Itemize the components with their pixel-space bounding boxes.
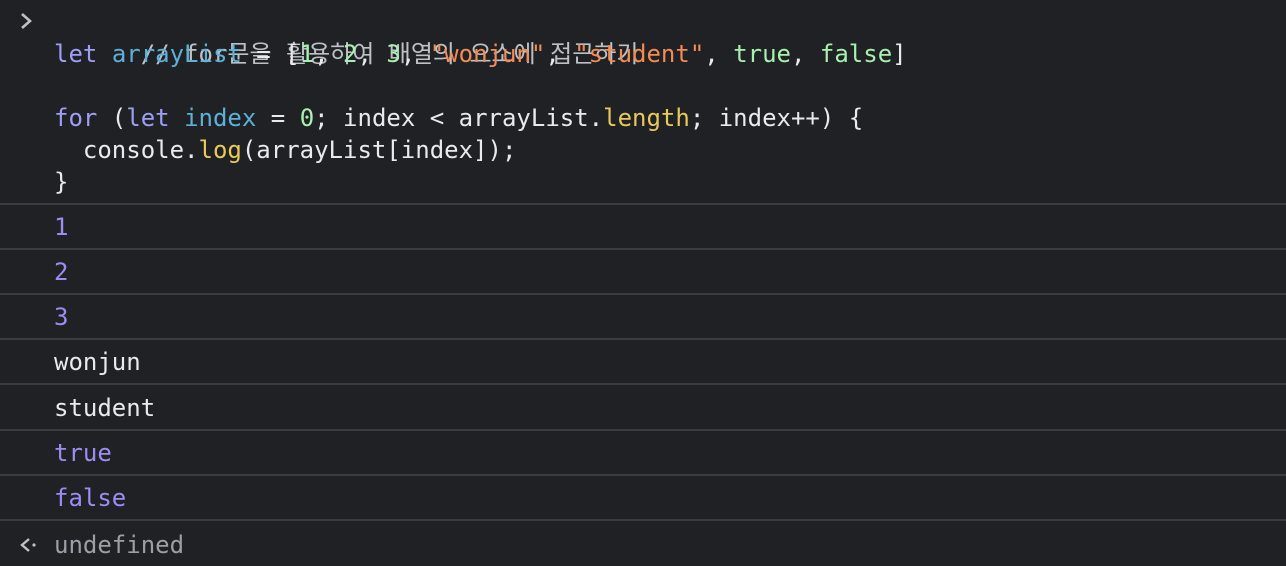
result-value: undefined	[54, 531, 185, 559]
variable-index: index	[184, 104, 257, 132]
chevron-right-icon	[21, 13, 32, 29]
code-line-closing-brace: }	[54, 166, 68, 198]
code-line-for-loop: for (let index = 0; index < arrayList.le…	[54, 102, 863, 134]
loop-increment: ; index++) {	[689, 104, 864, 132]
array-open: = [	[241, 40, 300, 68]
array-item-false: false	[819, 40, 893, 68]
output-row-wonjun: wonjun	[0, 340, 1286, 385]
paren-open: (	[97, 104, 127, 132]
output-row-1: 1	[0, 205, 1286, 250]
comma: ,	[790, 40, 820, 68]
comma: ,	[357, 40, 387, 68]
array-item-student: "student"	[574, 40, 705, 68]
output-value: false	[54, 484, 127, 512]
assign: =	[256, 104, 300, 132]
code-line-console-log: console.log(arrayList[index]);	[54, 134, 517, 166]
array-item-2: 2	[343, 40, 358, 68]
property-length: length	[603, 104, 690, 132]
comma: ,	[704, 40, 734, 68]
devtools-console: // for문을 활용하여 배열의 요소에 접근하기 let arrayList…	[0, 0, 1286, 566]
output-row-2: 2	[0, 250, 1286, 295]
console-result-row: undefined	[0, 522, 1286, 566]
output-row-student: student	[0, 386, 1286, 431]
comma: ,	[545, 40, 575, 68]
keyword-for: for	[54, 104, 98, 132]
output-value: wonjun	[54, 348, 141, 376]
keyword-let: let	[126, 104, 170, 132]
console-object: console.	[54, 136, 199, 164]
output-value: student	[54, 394, 156, 422]
code-line-array-declaration: let arrayList = [1, 2, 3, "wonjun", "stu…	[54, 38, 907, 70]
output-value: 2	[54, 258, 69, 286]
output-value: 3	[54, 303, 69, 331]
function-log: log	[198, 136, 242, 164]
comma: ,	[314, 40, 344, 68]
output-value: 1	[54, 213, 69, 241]
number-zero: 0	[299, 104, 315, 132]
keyword-let: let	[54, 40, 98, 68]
closing-brace: }	[54, 168, 69, 196]
array-item-3: 3	[386, 40, 401, 68]
output-row-3: 3	[0, 295, 1286, 340]
array-item-wonjun: "wonjun"	[429, 40, 546, 68]
output-row-false: false	[0, 476, 1286, 521]
return-arrow-icon	[20, 538, 36, 552]
variable-arraylist: arrayList	[111, 40, 242, 68]
array-item-1: 1	[299, 40, 315, 68]
log-arguments: (arrayList[index]);	[241, 136, 517, 164]
comma: ,	[400, 40, 430, 68]
code-line-comment: // for문을 활용하여 배열의 요소에 접근하기	[54, 6, 639, 68]
output-row-true: true	[0, 431, 1286, 476]
output-value: true	[54, 439, 112, 467]
array-item-true: true	[733, 40, 791, 68]
array-close: ]	[892, 40, 907, 68]
console-input-entry[interactable]: // for문을 활용하여 배열의 요소에 접근하기 let arrayList…	[0, 0, 1286, 205]
loop-condition: ; index < arrayList.	[314, 104, 604, 132]
